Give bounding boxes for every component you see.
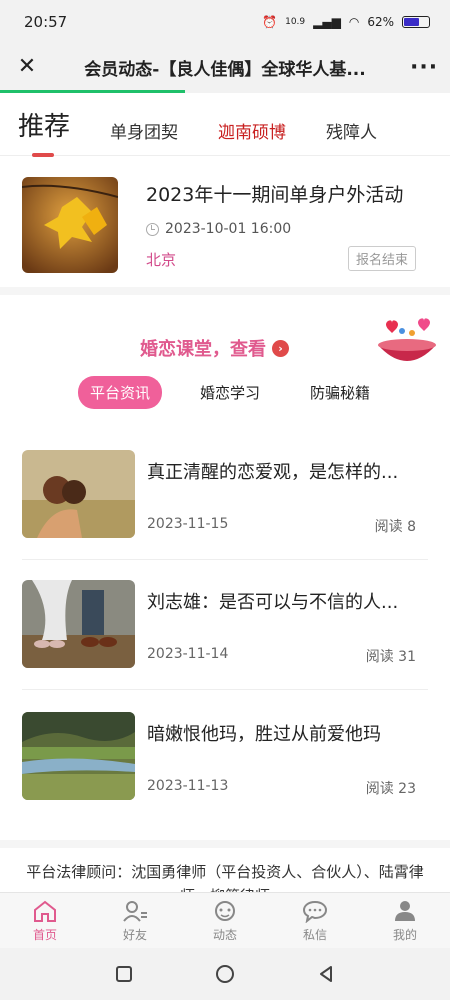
more-icon[interactable]: ··· [410, 55, 437, 80]
course-subtabs: 平台资讯 婚恋学习 防骗秘籍 [78, 376, 382, 409]
nav-profile[interactable]: 我的 [360, 893, 450, 948]
article-title: 暗嫩恨他玛，胜过从前爱他玛 [147, 724, 381, 745]
event-thumbnail [22, 177, 118, 273]
article-thumbnail [22, 712, 135, 800]
read-count: 阅读 31 [365, 649, 416, 665]
clock-time: 20:57 [24, 13, 68, 31]
home-icon [34, 900, 56, 922]
page-title: 会员动态-【良人佳偶】全球华人基... [84, 59, 366, 80]
chevron-right-icon: › [272, 339, 289, 357]
tab-disabled[interactable]: 残障人 [326, 118, 377, 143]
clock-icon [146, 222, 159, 236]
bottom-nav: 首页 好友 动态 私信 我的 [0, 892, 450, 948]
article-date: 2023-11-14 [147, 646, 229, 662]
article-thumbnail [22, 450, 135, 538]
article-item[interactable]: 真正清醒的恋爱观，是怎样的... 2023-11-15 阅读 8 [0, 430, 450, 560]
friends-icon [123, 900, 147, 922]
event-card[interactable]: 2023年十一期间单身户外活动 2023-10-01 16:00 北京 报名结束 [0, 160, 450, 295]
read-count: 阅读 23 [365, 781, 416, 797]
signal-icon: ▂▄▆ [313, 15, 341, 29]
status-badge: 报名结束 [347, 246, 416, 271]
status-bar: 20:57 ⏰ 10.9 ▂▄▆ ◠ 62% [0, 0, 450, 44]
legal-advisors-text: 平台法律顾问：沈国勇律师（平台投资人、合伙人）、陆霄律师、柳箐律师 [0, 840, 450, 892]
net-speed: 10.9 [285, 17, 306, 27]
article-title: 刘志雄：是否可以与不信的人... [147, 592, 399, 613]
subtab-anti-fraud[interactable]: 防骗秘籍 [298, 376, 382, 409]
hearts-bowl-icon [378, 318, 436, 361]
nav-moments-label: 动态 [212, 927, 237, 942]
article-item[interactable]: 刘志雄：是否可以与不信的人... 2023-11-14 阅读 31 [0, 560, 450, 690]
nav-friends[interactable]: 好友 [90, 893, 180, 948]
tab-canaan-masters-phd[interactable]: 迦南硕博 [218, 118, 286, 143]
event-title: 2023年十一期间单身户外活动 [146, 184, 404, 206]
category-tabs: 推荐 单身团契 迦南硕博 残障人 [0, 96, 450, 157]
nav-moments[interactable]: 动态 [180, 893, 270, 948]
nav-messages[interactable]: 私信 [270, 893, 360, 948]
nav-profile-label: 我的 [392, 927, 417, 942]
subtab-romance-learning[interactable]: 婚恋学习 [188, 376, 272, 409]
moments-icon [215, 900, 235, 921]
nav-home-label: 首页 [32, 927, 57, 942]
tab-recommend[interactable]: 推荐 [18, 106, 70, 157]
wifi-icon: ◠ [348, 15, 360, 29]
back-icon[interactable] [316, 964, 336, 984]
recents-icon[interactable] [114, 964, 134, 984]
event-city: 北京 [146, 251, 177, 269]
top-nav-bar: ✕ 会员动态-【良人佳偶】全球华人基... ··· [0, 44, 450, 90]
profile-icon [395, 900, 415, 921]
battery-icon [402, 16, 430, 28]
article-item[interactable]: 暗嫩恨他玛，胜过从前爱他玛 2023-11-13 阅读 23 [0, 692, 450, 822]
article-date: 2023-11-13 [147, 778, 229, 794]
divider [22, 689, 428, 690]
article-thumbnail [22, 580, 135, 668]
close-icon[interactable]: ✕ [14, 54, 40, 80]
nav-home[interactable]: 首页 [0, 893, 90, 948]
event-time: 2023-10-01 16:00 [165, 221, 292, 237]
battery-text: 62% [367, 15, 394, 29]
status-icons: ⏰ 10.9 ▂▄▆ ◠ 62% [262, 15, 430, 29]
nav-friends-label: 好友 [122, 927, 147, 942]
subtab-platform-news[interactable]: 平台资讯 [78, 376, 163, 409]
home-circle-icon[interactable] [214, 963, 236, 985]
message-icon [302, 900, 328, 923]
system-nav-bar [0, 948, 450, 1000]
load-progress-bar [0, 90, 450, 93]
alarm-icon: ⏰ [262, 15, 278, 29]
article-title: 真正清醒的恋爱观，是怎样的... [147, 462, 399, 483]
course-title: 婚恋课堂，查看 [140, 339, 266, 360]
course-link[interactable]: 婚恋课堂，查看 › [140, 335, 289, 361]
read-count: 阅读 8 [374, 519, 416, 535]
event-time-row: 2023-10-01 16:00 [146, 221, 291, 237]
article-date: 2023-11-15 [147, 516, 229, 532]
tab-singles-fellowship[interactable]: 单身团契 [110, 118, 178, 143]
nav-messages-label: 私信 [302, 927, 327, 942]
